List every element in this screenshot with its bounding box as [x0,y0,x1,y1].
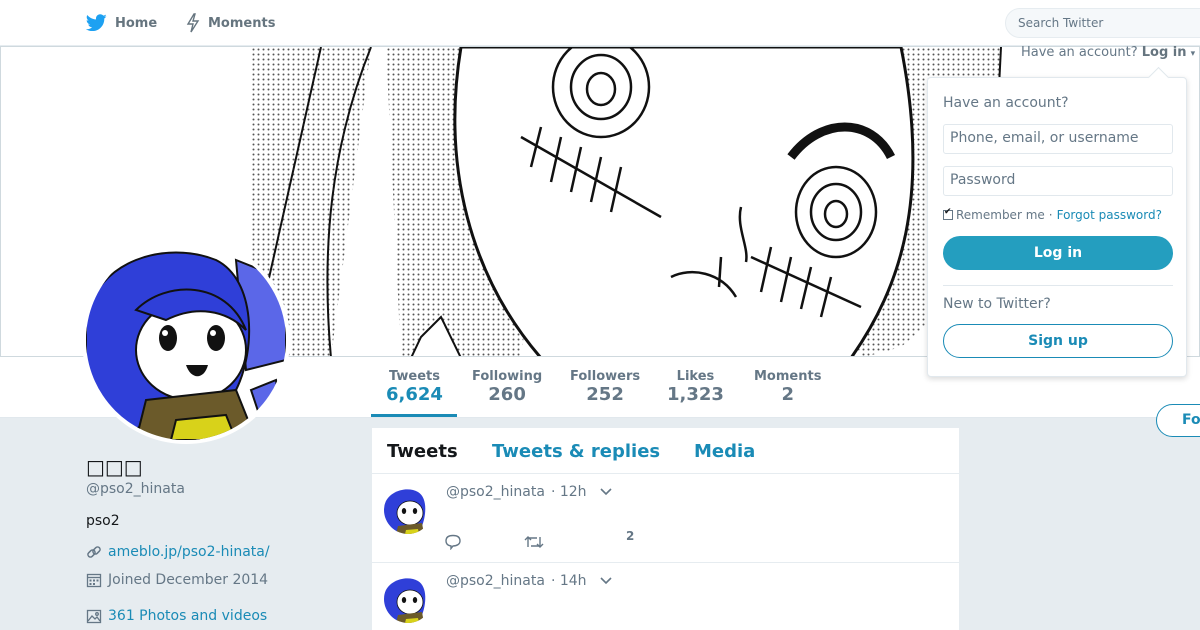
top-nav: Home Moments Search Twitter [0,0,1200,46]
chevron-down-icon[interactable] [599,487,613,497]
stat-likes[interactable]: Likes 1,323 [667,369,724,405]
new-to-twitter-label: New to Twitter? [943,296,1051,312]
tab-tweets-replies[interactable]: Tweets & replies [492,441,660,462]
signup-button[interactable]: Sign up [943,324,1173,358]
stat-label: Following [472,369,543,384]
tweet-avatar[interactable] [384,486,432,534]
chevron-down-icon[interactable] [599,576,613,586]
tweet-meta: @pso2_hinata · 14h [446,573,613,589]
tweet-time[interactable]: · 12h [551,484,587,500]
twitter-bird-icon [86,14,107,32]
retweet-icon[interactable] [524,534,544,550]
remember-label[interactable]: Remember me [956,208,1045,222]
login-dropdown: Have an account? Phone, email, or userna… [927,77,1187,377]
login-panel-title: Have an account? [943,95,1069,111]
login-button[interactable]: Log in [943,236,1173,270]
stat-tweets[interactable]: Tweets 6,624 [386,369,443,405]
tweet-item[interactable]: @pso2_hinata · 12h 2 [372,474,959,563]
stat-value: 252 [586,384,624,405]
heart-icon[interactable]: 2 [626,529,634,543]
stat-followers[interactable]: Followers 252 [570,369,640,405]
separator-dot: · [1048,208,1053,222]
profile-joined: Joined December 2014 [108,572,269,588]
like-count: 2 [626,529,635,543]
divider [943,285,1173,286]
timeline: Tweets Tweets & replies Media @pso2_hina… [372,428,959,630]
image-icon [86,608,104,624]
profile-website-row: ameblo.jp/pso2-hinata/ [86,544,270,560]
profile-media-row: 361 Photos and videos [86,608,267,624]
search-input[interactable]: Search Twitter [1005,8,1200,38]
stat-label: Moments [754,369,822,384]
forgot-password-link[interactable]: Forgot password? [1057,208,1162,222]
stat-label: Tweets [388,369,440,384]
stat-value: 1,323 [667,384,724,405]
profile-website-link[interactable]: ameblo.jp/pso2-hinata/ [108,544,270,560]
username-field[interactable]: Phone, email, or username [943,124,1173,154]
tab-media[interactable]: Media [694,441,755,462]
remember-row: Remember me · Forgot password? [943,207,1162,222]
stat-label: Likes [676,369,715,384]
tab-tweets[interactable]: Tweets [387,441,458,462]
link-icon [86,544,104,560]
nav-home-label: Home [115,15,158,31]
login-toggle-label[interactable]: Log in [1142,45,1187,60]
avatar[interactable] [82,236,290,444]
stat-value: 260 [488,384,526,405]
profile-bio: pso2 [86,513,120,529]
nav-moments-label: Moments [208,15,276,31]
lightning-icon [186,13,200,33]
caret-down-icon: ▾ [1190,49,1196,59]
stat-value: 2 [781,384,794,405]
password-field[interactable]: Password [943,166,1173,196]
tweet-handle[interactable]: @pso2_hinata [446,573,545,589]
tweet-avatar[interactable] [384,575,432,623]
avatar-image [86,240,286,440]
profile-handle: @pso2_hinata [86,481,185,497]
login-toggle[interactable]: Have an account? Log in ▾ [1021,45,1195,60]
active-tab-indicator [371,414,457,417]
tweet-meta: @pso2_hinata · 12h [446,484,613,500]
tweet-item[interactable]: @pso2_hinata · 14h [372,563,959,630]
follow-button[interactable]: Fo [1156,404,1200,437]
remember-checkbox[interactable] [943,207,953,220]
tweet-time[interactable]: · 14h [551,573,587,589]
reply-icon[interactable] [444,534,462,550]
profile-joined-row: Joined December 2014 [86,572,268,588]
stat-value: 6,624 [386,384,443,405]
nav-moments[interactable]: Moments [186,12,275,34]
stat-moments[interactable]: Moments 2 [754,369,821,405]
profile-name: □□□ [86,455,143,479]
tweet-handle[interactable]: @pso2_hinata [446,484,545,500]
tweet-actions: 2 [444,529,634,550]
timeline-tabs: Tweets Tweets & replies Media [372,428,959,474]
profile-media-link[interactable]: 361 Photos and videos [108,608,267,624]
stat-following[interactable]: Following 260 [472,369,542,405]
nav-home[interactable]: Home [86,12,157,34]
calendar-icon [86,572,104,588]
stat-label: Followers [570,369,641,384]
login-toggle-prefix: Have an account? [1021,45,1138,60]
